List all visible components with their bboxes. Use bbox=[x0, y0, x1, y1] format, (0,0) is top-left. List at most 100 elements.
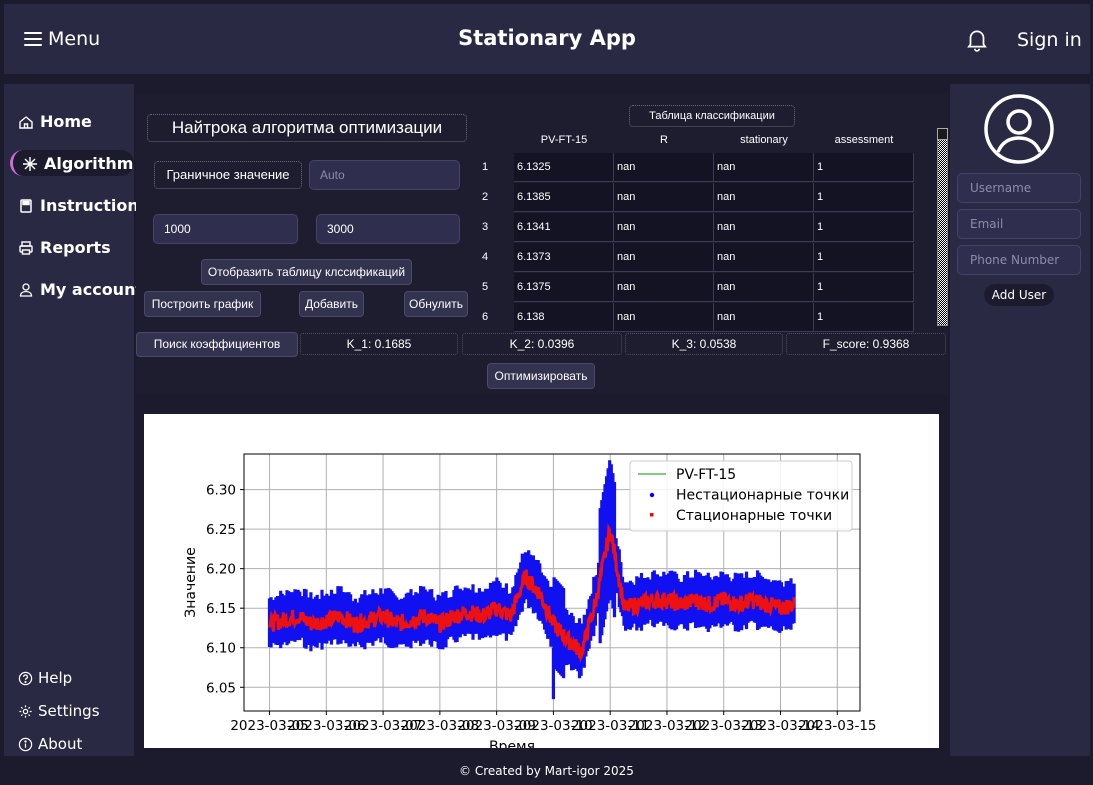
top-header: Menu Stationary App Sign in bbox=[4, 4, 1090, 74]
table-cell[interactable]: nan bbox=[614, 213, 714, 242]
app-title: Stationary App bbox=[458, 26, 636, 50]
sidebar-item-label: Instruction bbox=[40, 196, 139, 215]
sidebar-item-label: Home bbox=[40, 112, 92, 131]
fscore-value: F_score: 0.9368 bbox=[786, 333, 946, 355]
book-icon bbox=[20, 198, 32, 213]
table-cell[interactable]: 6.1385 bbox=[514, 183, 614, 212]
chart-area: 2023-03-05 2023-03-06 2023-03-07 2023-03-08… bbox=[144, 414, 939, 748]
y-tick-label: 6.20 bbox=[206, 562, 236, 578]
legend-label: PV-FT-15 bbox=[676, 467, 736, 483]
table-cell[interactable]: nan bbox=[714, 303, 814, 332]
legend-red-swatch bbox=[650, 513, 654, 517]
add-user-button[interactable]: Add User bbox=[984, 284, 1054, 306]
sidebar-item-about[interactable]: About bbox=[18, 735, 82, 753]
table-cell[interactable]: nan bbox=[714, 153, 814, 182]
sidebar-item-instruction[interactable]: Instruction bbox=[18, 196, 139, 215]
help-icon bbox=[18, 671, 33, 685]
snowflake-icon bbox=[23, 156, 37, 171]
sidebar-item-label: Reports bbox=[40, 238, 111, 257]
table-cell[interactable]: 1 bbox=[814, 303, 914, 332]
sidebar-item-label: Settings bbox=[38, 702, 100, 720]
y-tick-label: 6.25 bbox=[206, 522, 236, 538]
legend-label: Стационарные точки bbox=[676, 508, 832, 524]
plot-button[interactable]: Построить график bbox=[144, 291, 261, 317]
y-tick-label: 6.15 bbox=[206, 601, 236, 617]
table-cell[interactable]: nan bbox=[714, 213, 814, 242]
y-tick-label: 6.30 bbox=[206, 483, 236, 499]
sidebar-item-reports[interactable]: Reports bbox=[18, 238, 111, 257]
sidebar-item-algorithm[interactable]: Algorithm bbox=[22, 154, 133, 173]
sidebar-item-home[interactable]: Home bbox=[18, 112, 92, 131]
right-sidebar: Username Email Phone Number Add User bbox=[950, 84, 1090, 756]
main-panel: Найтрока алгоритма оптимизации Граничное… bbox=[136, 94, 948, 756]
optimize-button[interactable]: Оптимизировать bbox=[487, 363, 595, 389]
k2-value: K_2: 0.0396 bbox=[462, 333, 622, 355]
sidebar-item-label: About bbox=[38, 735, 83, 753]
avatar-icon bbox=[984, 94, 1054, 164]
table-cell[interactable]: 1 bbox=[814, 183, 914, 212]
table-cell[interactable]: 6.1325 bbox=[514, 153, 614, 182]
bell-icon[interactable] bbox=[964, 26, 990, 52]
k1-value: K_1: 0.1685 bbox=[300, 333, 458, 355]
table-cell[interactable]: 6.138 bbox=[514, 303, 614, 332]
table-scrollbar[interactable] bbox=[937, 128, 948, 326]
table-cell[interactable]: 1 bbox=[814, 153, 914, 182]
user-icon bbox=[19, 282, 33, 297]
row-index: 1 bbox=[481, 161, 489, 173]
scroll-up-icon[interactable] bbox=[937, 128, 948, 140]
legend-label: Нестационарные точки bbox=[676, 488, 849, 504]
search-coeffs-button[interactable]: Поиск коэффициентов bbox=[136, 332, 298, 357]
table-cell[interactable]: 6.1373 bbox=[514, 243, 614, 272]
table-header: R bbox=[660, 134, 668, 146]
k3-value: K_3: 0.0538 bbox=[625, 333, 783, 355]
row-index: 2 bbox=[481, 191, 489, 203]
email-input[interactable]: Email bbox=[957, 209, 1081, 239]
table-cell[interactable]: nan bbox=[614, 153, 714, 182]
reset-button[interactable]: Обнулить bbox=[404, 291, 468, 317]
show-table-button[interactable]: Отобразить таблицу клссификаций bbox=[201, 259, 412, 285]
username-input[interactable]: Username bbox=[957, 173, 1081, 203]
printer-icon bbox=[19, 240, 33, 255]
row-index: 3 bbox=[481, 221, 489, 233]
table-cell[interactable]: nan bbox=[614, 273, 714, 302]
sidebar-item-settings[interactable]: Settings bbox=[18, 702, 100, 720]
table-cell[interactable]: nan bbox=[714, 273, 814, 302]
phone-input[interactable]: Phone Number bbox=[957, 245, 1081, 275]
table-cell[interactable]: nan bbox=[714, 183, 814, 212]
x-tick-label: 2023-03-15 bbox=[798, 718, 876, 734]
table-cell[interactable]: 1 bbox=[814, 243, 914, 272]
settings-panel: Найтрока алгоритма оптимизации Граничное… bbox=[136, 94, 948, 394]
table-cell[interactable]: 6.1341 bbox=[514, 213, 614, 242]
table-cell[interactable]: nan bbox=[714, 243, 814, 272]
sidebar-item-account[interactable]: My account bbox=[18, 280, 143, 299]
threshold-label: Граничное значение bbox=[154, 161, 302, 189]
add-button[interactable]: Добавить bbox=[299, 291, 364, 317]
range-from-input[interactable]: 1000 bbox=[153, 214, 298, 244]
sidebar-item-label: Help bbox=[38, 669, 73, 687]
table-cell[interactable]: 6.1375 bbox=[514, 273, 614, 302]
timeseries-chart: 2023-03-052023-03-062023-03-072023-03-08… bbox=[183, 453, 877, 748]
sidebar-item-help[interactable]: Help bbox=[18, 669, 72, 687]
table-cell[interactable]: nan bbox=[614, 303, 714, 332]
range-to-input[interactable]: 3000 bbox=[316, 214, 460, 244]
signin-link[interactable]: Sign in bbox=[1017, 29, 1082, 51]
threshold-input[interactable]: Auto bbox=[309, 160, 460, 190]
legend-blue-swatch bbox=[649, 492, 655, 498]
y-axis-label: Значение bbox=[183, 547, 199, 617]
table-header: assessment bbox=[834, 134, 894, 146]
table-cell[interactable]: 1 bbox=[814, 213, 914, 242]
row-index: 5 bbox=[481, 281, 489, 293]
table-title: Таблица классификации bbox=[629, 105, 795, 127]
app-frame: Menu Stationary App Sign in Home Algorit… bbox=[0, 0, 1093, 785]
table-cell[interactable]: nan bbox=[614, 183, 714, 212]
table-cell[interactable]: nan bbox=[614, 243, 714, 272]
y-tick-label: 6.05 bbox=[206, 680, 236, 696]
left-sidebar: Home Algorithm Instruction Reports My ac… bbox=[4, 84, 143, 756]
table-header: PV-FT-15 bbox=[540, 134, 588, 146]
gear-icon bbox=[19, 704, 32, 718]
sidebar-item-label: My account bbox=[40, 280, 144, 299]
y-tick-label: 6.10 bbox=[206, 641, 236, 657]
info-icon bbox=[18, 737, 33, 751]
table-cell[interactable]: 1 bbox=[814, 273, 914, 302]
footer-text: © Created by Mart-igor 2025 bbox=[459, 764, 634, 778]
